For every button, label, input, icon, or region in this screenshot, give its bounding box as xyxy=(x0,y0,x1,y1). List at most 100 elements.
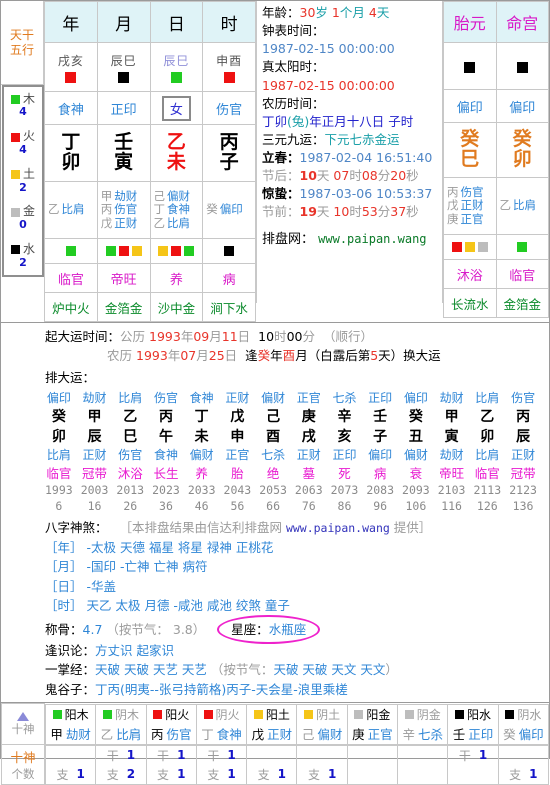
dayun-gan-11[interactable]: 甲 xyxy=(434,406,470,426)
dayun-zhangsheng-7[interactable]: 墓 xyxy=(291,463,327,482)
dayun-age-10[interactable]: 106 xyxy=(398,498,434,514)
dayun-shishen-top-1[interactable]: 劫财 xyxy=(77,389,113,406)
dayun-zhangsheng-0[interactable]: 临官 xyxy=(41,463,77,482)
dayun-year-9[interactable]: 2083 xyxy=(362,482,398,498)
dayun-zhangsheng-12[interactable]: 临官 xyxy=(469,463,505,482)
dayun-year-5[interactable]: 2043 xyxy=(220,482,256,498)
dayun-year-2[interactable]: 2013 xyxy=(112,482,148,498)
dayun-zhi-8[interactable]: 亥 xyxy=(327,426,363,446)
shensha-credit-link[interactable]: www.paipan.wang xyxy=(286,521,390,535)
dayun-zhi-13[interactable]: 辰 xyxy=(505,426,541,446)
dayun-zhi-12[interactable]: 卯 xyxy=(469,426,505,446)
dayun-shishen-top-5[interactable]: 正财 xyxy=(220,389,256,406)
dayun-year-3[interactable]: 2023 xyxy=(148,482,184,498)
dayun-shishen-bottom-0[interactable]: 比肩 xyxy=(41,446,77,463)
dayun-age-4[interactable]: 46 xyxy=(184,498,220,514)
dayun-age-12[interactable]: 126 xyxy=(469,498,505,514)
dayun-shishen-top-3[interactable]: 伤官 xyxy=(148,389,184,406)
dayun-gan-8[interactable]: 辛 xyxy=(327,406,363,426)
dayun-gan-7[interactable]: 庚 xyxy=(291,406,327,426)
dayun-year-8[interactable]: 2073 xyxy=(327,482,363,498)
dayun-shishen-top-2[interactable]: 比肩 xyxy=(112,389,148,406)
dayun-zhi-0[interactable]: 卯 xyxy=(41,426,77,446)
dayun-shishen-top-10[interactable]: 偏印 xyxy=(398,389,434,406)
dayun-zhangsheng-9[interactable]: 病 xyxy=(362,463,398,482)
dayun-year-11[interactable]: 2103 xyxy=(434,482,470,498)
dayun-age-13[interactable]: 136 xyxy=(505,498,541,514)
dayun-zhangsheng-4[interactable]: 养 xyxy=(184,463,220,482)
dayun-shishen-top-11[interactable]: 劫财 xyxy=(434,389,470,406)
dayun-shishen-bottom-5[interactable]: 正官 xyxy=(220,446,256,463)
dayun-gan-0[interactable]: 癸 xyxy=(41,406,77,426)
dayun-zhi-6[interactable]: 酉 xyxy=(255,426,291,446)
paipan-website-link[interactable]: www.paipan.wang xyxy=(318,232,426,246)
dayun-shishen-bottom-2[interactable]: 伤官 xyxy=(112,446,148,463)
dayun-age-5[interactable]: 56 xyxy=(220,498,256,514)
dayun-zhi-11[interactable]: 寅 xyxy=(434,426,470,446)
dayun-shishen-bottom-4[interactable]: 偏财 xyxy=(184,446,220,463)
dayun-year-4[interactable]: 2033 xyxy=(184,482,220,498)
dayun-zhangsheng-1[interactable]: 冠带 xyxy=(77,463,113,482)
dayun-gan-2[interactable]: 乙 xyxy=(112,406,148,426)
dayun-shishen-bottom-3[interactable]: 食神 xyxy=(148,446,184,463)
dayun-shishen-bottom-6[interactable]: 七杀 xyxy=(255,446,291,463)
dayun-year-10[interactable]: 2093 xyxy=(398,482,434,498)
dayun-gan-5[interactable]: 戊 xyxy=(220,406,256,426)
dayun-shishen-bottom-13[interactable]: 正财 xyxy=(505,446,541,463)
dayun-shishen-bottom-8[interactable]: 正印 xyxy=(327,446,363,463)
dayun-gan-10[interactable]: 癸 xyxy=(398,406,434,426)
dayun-shishen-top-7[interactable]: 正官 xyxy=(291,389,327,406)
dayun-zhangsheng-8[interactable]: 死 xyxy=(327,463,363,482)
dayun-year-1[interactable]: 2003 xyxy=(77,482,113,498)
dayun-shishen-top-8[interactable]: 七杀 xyxy=(327,389,363,406)
dayun-gan-1[interactable]: 甲 xyxy=(77,406,113,426)
dayun-gan-13[interactable]: 丙 xyxy=(505,406,541,426)
dayun-shishen-top-12[interactable]: 比肩 xyxy=(469,389,505,406)
dayun-year-12[interactable]: 2113 xyxy=(469,482,505,498)
dayun-zhi-1[interactable]: 辰 xyxy=(77,426,113,446)
dayun-year-6[interactable]: 2053 xyxy=(255,482,291,498)
dayun-year-7[interactable]: 2063 xyxy=(291,482,327,498)
dayun-age-6[interactable]: 66 xyxy=(255,498,291,514)
dayun-shishen-bottom-1[interactable]: 正财 xyxy=(77,446,113,463)
dayun-year-0[interactable]: 1993 xyxy=(41,482,77,498)
dayun-shishen-top-0[interactable]: 偏印 xyxy=(41,389,77,406)
dayun-age-0[interactable]: 6 xyxy=(41,498,77,514)
dayun-zhi-5[interactable]: 申 xyxy=(220,426,256,446)
dayun-age-9[interactable]: 96 xyxy=(362,498,398,514)
dayun-shishen-top-6[interactable]: 偏财 xyxy=(255,389,291,406)
dayun-shishen-bottom-12[interactable]: 比肩 xyxy=(469,446,505,463)
dayun-zhi-7[interactable]: 戌 xyxy=(291,426,327,446)
dayun-zhi-9[interactable]: 子 xyxy=(362,426,398,446)
dayun-shishen-bottom-10[interactable]: 偏财 xyxy=(398,446,434,463)
dayun-zhangsheng-5[interactable]: 胎 xyxy=(220,463,256,482)
dayun-shishen-top-4[interactable]: 食神 xyxy=(184,389,220,406)
dayun-gan-3[interactable]: 丙 xyxy=(148,406,184,426)
dayun-shishen-top-13[interactable]: 伤官 xyxy=(505,389,541,406)
dayun-shishen-top-9[interactable]: 正印 xyxy=(362,389,398,406)
dayun-zhi-3[interactable]: 午 xyxy=(148,426,184,446)
dayun-gan-9[interactable]: 壬 xyxy=(362,406,398,426)
dayun-age-1[interactable]: 16 xyxy=(77,498,113,514)
dayun-age-7[interactable]: 76 xyxy=(291,498,327,514)
dayun-year-13[interactable]: 2123 xyxy=(505,482,541,498)
dayun-zhi-10[interactable]: 丑 xyxy=(398,426,434,446)
dayun-zhangsheng-6[interactable]: 绝 xyxy=(255,463,291,482)
dayun-age-11[interactable]: 116 xyxy=(434,498,470,514)
dayun-zhi-2[interactable]: 巳 xyxy=(112,426,148,446)
dayun-shishen-bottom-9[interactable]: 偏印 xyxy=(362,446,398,463)
dayun-age-8[interactable]: 86 xyxy=(327,498,363,514)
dayun-zhangsheng-11[interactable]: 帝旺 xyxy=(434,463,470,482)
dayun-shishen-bottom-11[interactable]: 劫财 xyxy=(434,446,470,463)
dayun-age-3[interactable]: 36 xyxy=(148,498,184,514)
dayun-zhangsheng-10[interactable]: 衰 xyxy=(398,463,434,482)
dayun-zhangsheng-13[interactable]: 冠带 xyxy=(505,463,541,482)
dayun-zhangsheng-2[interactable]: 沐浴 xyxy=(112,463,148,482)
dayun-gan-4[interactable]: 丁 xyxy=(184,406,220,426)
dayun-age-2[interactable]: 26 xyxy=(112,498,148,514)
dayun-gan-6[interactable]: 己 xyxy=(255,406,291,426)
dayun-shishen-bottom-7[interactable]: 正财 xyxy=(291,446,327,463)
dayun-zhangsheng-3[interactable]: 长生 xyxy=(148,463,184,482)
dayun-zhi-4[interactable]: 未 xyxy=(184,426,220,446)
dayun-gan-12[interactable]: 乙 xyxy=(469,406,505,426)
